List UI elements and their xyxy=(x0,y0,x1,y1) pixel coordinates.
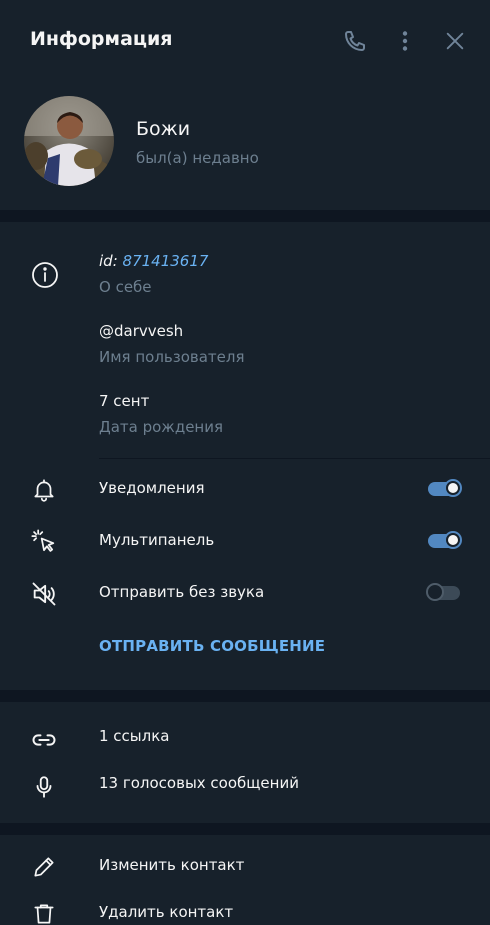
user-info-panel: Информация Божи был(а) недавно id: 87141… xyxy=(0,0,490,925)
username: @darvvesh xyxy=(99,322,184,340)
cursor-click-icon xyxy=(30,528,58,556)
more-vertical-icon[interactable] xyxy=(392,28,418,54)
silent-toggle[interactable] xyxy=(426,583,462,601)
edit-contact-label: Изменить контакт xyxy=(99,856,245,874)
multipanel-toggle[interactable] xyxy=(426,531,462,549)
links-label: 1 ссылка xyxy=(99,727,170,745)
avatar[interactable] xyxy=(24,96,114,186)
birthday-label: Дата рождения xyxy=(99,418,223,436)
multipanel-row[interactable]: Мультипанель xyxy=(0,518,490,562)
panel-title: Информация xyxy=(30,28,173,50)
phone-icon[interactable] xyxy=(342,28,368,54)
volume-off-icon xyxy=(30,580,58,608)
multipanel-label: Мультипанель xyxy=(99,531,215,549)
birthday-field[interactable]: 7 сент Дата рождения xyxy=(99,392,223,436)
divider xyxy=(99,458,490,459)
pencil-icon xyxy=(30,853,58,881)
notifications-label: Уведомления xyxy=(99,479,205,497)
toggle-knob xyxy=(426,583,444,601)
profile-section: Божи был(а) недавно xyxy=(0,80,490,210)
notifications-toggle[interactable] xyxy=(426,479,462,497)
edit-contact-row[interactable]: Изменить контакт xyxy=(0,843,490,887)
bio-label: О себе xyxy=(99,278,152,296)
voice-row[interactable]: 13 голосовых сообщений xyxy=(0,763,490,807)
toggle-knob xyxy=(444,531,462,549)
toggle-knob xyxy=(444,479,462,497)
silent-label: Отправить без звука xyxy=(99,583,265,601)
id-value: 871413617 xyxy=(122,252,209,270)
settings-section: Уведомления Мультипанель Отправить без з… xyxy=(0,460,490,690)
username-field[interactable]: @darvvesh Имя пользователя xyxy=(99,322,245,366)
info-section: id: 871413617 О себе @darvvesh Имя польз… xyxy=(0,222,490,460)
section-separator xyxy=(0,823,490,835)
notifications-row[interactable]: Уведомления xyxy=(0,466,490,510)
delete-contact-row[interactable]: Удалить контакт xyxy=(0,890,490,925)
panel-header: Информация xyxy=(0,0,490,80)
id-prefix: id: xyxy=(99,252,118,270)
user-id: id: 871413617 xyxy=(99,252,208,270)
profile-status: был(а) недавно xyxy=(136,149,259,167)
link-icon xyxy=(30,726,58,754)
links-row[interactable]: 1 ссылка xyxy=(0,716,490,760)
close-icon[interactable] xyxy=(442,28,468,54)
section-separator xyxy=(0,210,490,222)
birthday: 7 сент xyxy=(99,392,150,410)
username-label: Имя пользователя xyxy=(99,348,245,366)
section-separator xyxy=(0,690,490,702)
send-message-button[interactable]: ОТПРАВИТЬ СООБЩЕНИЕ xyxy=(99,637,325,655)
trash-icon xyxy=(30,900,58,925)
actions-section: Изменить контакт Удалить контакт xyxy=(0,835,490,925)
bell-icon xyxy=(30,476,58,504)
id-field[interactable]: id: 871413617 О себе xyxy=(99,252,208,296)
delete-contact-label: Удалить контакт xyxy=(99,903,234,921)
voice-label: 13 голосовых сообщений xyxy=(99,774,299,792)
microphone-icon xyxy=(30,773,58,801)
profile-name: Божи xyxy=(136,118,191,140)
info-icon xyxy=(30,260,60,294)
silent-row[interactable]: Отправить без звука xyxy=(0,570,490,614)
media-section: 1 ссылка 13 голосовых сообщений xyxy=(0,702,490,823)
